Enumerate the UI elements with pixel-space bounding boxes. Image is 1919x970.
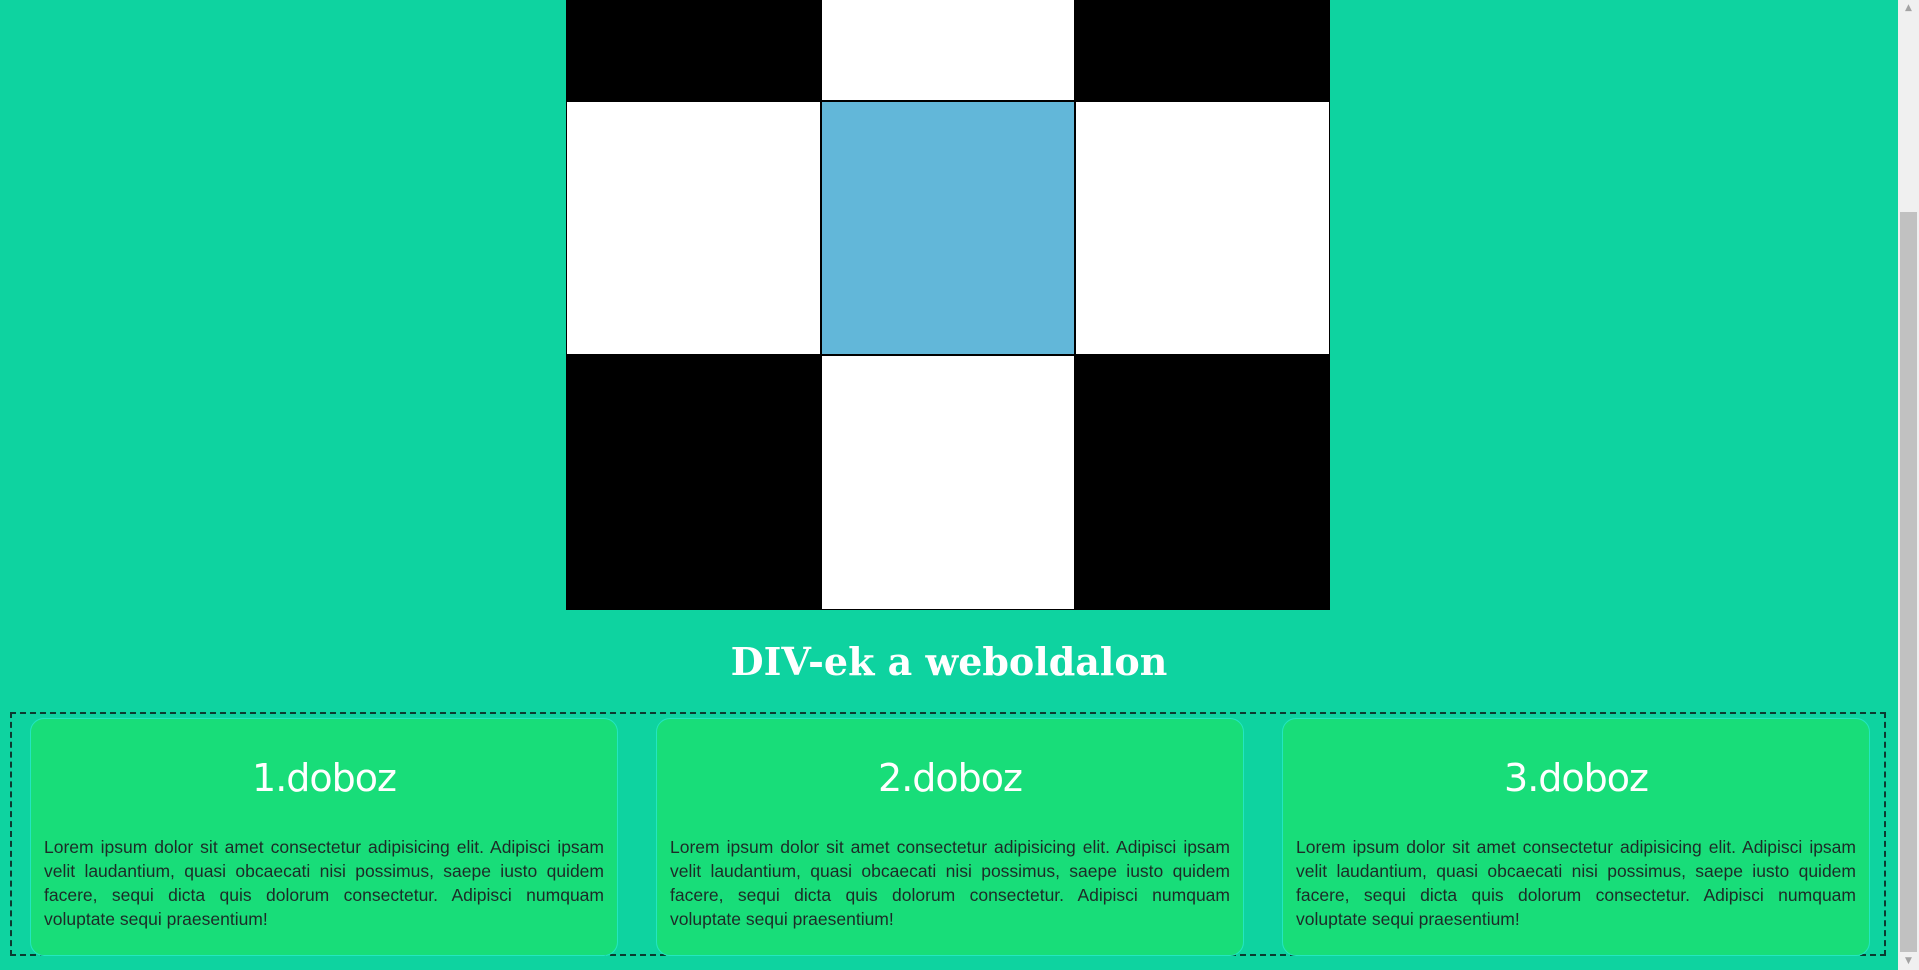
scrollbar-thumb[interactable] bbox=[1900, 212, 1917, 952]
content-box-1: 1.doboz Lorem ipsum dolor sit amet conse… bbox=[30, 718, 618, 956]
scroll-up-arrow-icon[interactable]: ▲ bbox=[1898, 0, 1919, 17]
grid-cell bbox=[820, 355, 1076, 610]
grid-cell bbox=[566, 0, 821, 101]
grid-cell bbox=[820, 0, 1076, 101]
box-title: 1.doboz bbox=[252, 756, 397, 800]
box-text: Lorem ipsum dolor sit amet consectetur a… bbox=[1296, 837, 1856, 929]
page-viewport: DIV-ek a weboldalon 1.doboz Lorem ipsum … bbox=[0, 0, 1898, 970]
grid-cell bbox=[566, 355, 821, 610]
grid-cell bbox=[566, 100, 821, 356]
grid-cell bbox=[1075, 355, 1330, 610]
box-title: 2.doboz bbox=[878, 756, 1023, 800]
grid-cell bbox=[1075, 100, 1330, 356]
box-container: 1.doboz Lorem ipsum dolor sit amet conse… bbox=[10, 712, 1886, 956]
content-box-2: 2.doboz Lorem ipsum dolor sit amet conse… bbox=[656, 718, 1244, 956]
box-text: Lorem ipsum dolor sit amet consectetur a… bbox=[44, 837, 604, 929]
box-text: Lorem ipsum dolor sit amet consectetur a… bbox=[670, 837, 1230, 929]
grid-cell-highlighted bbox=[820, 100, 1076, 356]
checker-grid bbox=[566, 0, 1330, 610]
vertical-scrollbar[interactable]: ▲ ▼ bbox=[1898, 0, 1919, 970]
box-title: 3.doboz bbox=[1504, 756, 1649, 800]
grid-cell bbox=[1075, 0, 1330, 101]
page-title: DIV-ek a weboldalon bbox=[730, 639, 1168, 684]
scroll-down-arrow-icon[interactable]: ▼ bbox=[1898, 953, 1919, 970]
content-box-3: 3.doboz Lorem ipsum dolor sit amet conse… bbox=[1282, 718, 1870, 956]
